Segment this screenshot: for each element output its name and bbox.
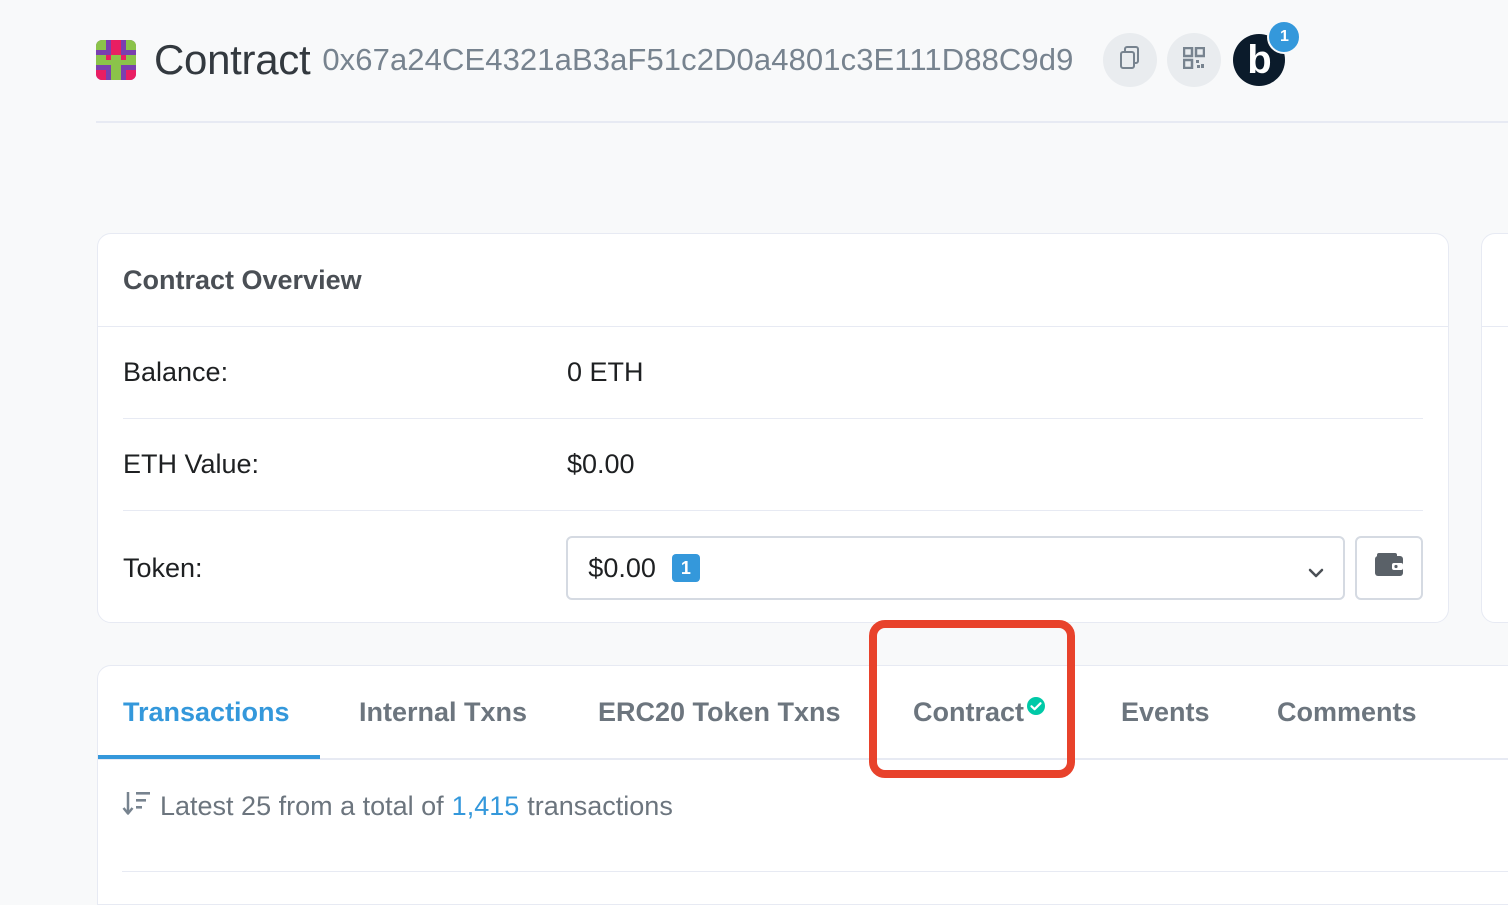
copy-address-button[interactable] [1103,33,1158,87]
copy-icon [1119,45,1141,75]
tab-internal-txns[interactable]: Internal Txns [359,666,527,758]
eth-value-label: ETH Value: [123,448,260,479]
b-avatar-icon: b [1247,38,1272,82]
identicon [96,40,136,80]
contract-address[interactable]: 0x67a24CE4321aB3aF51c2D0a4801c3E111D88C9… [322,42,1073,78]
tab-events[interactable]: Events [1121,666,1210,758]
transactions-card: Transactions Internal Txns ERC20 Token T… [97,665,1508,905]
wallet-icon [1374,552,1404,585]
balance-label: Balance: [123,356,229,387]
token-dropdown[interactable]: $0.00 1 [566,536,1346,600]
page-title: Contract [154,36,311,83]
tab-erc20-token-txns[interactable]: ERC20 Token Txns [598,666,841,758]
eth-value-row: ETH Value: $0.00 [123,418,1423,511]
summary-prefix: Latest 25 from a total of [160,791,444,821]
summary-divider [122,871,1508,872]
more-info-card [1481,233,1508,623]
tab-contract-label: Contract [913,696,1025,727]
tab-comments[interactable]: Comments [1277,666,1417,758]
address-header: Contract 0x67a24CE4321aB3aF51c2D0a4801c3… [96,20,1302,90]
card-title: Contract Overview [98,234,1448,327]
wallet-button[interactable] [1355,536,1423,600]
eth-value-value: $0.00 [567,448,635,479]
token-value: $0.00 [588,552,656,583]
active-tab-indicator [98,755,320,759]
tab-transactions[interactable]: Transactions [123,666,290,758]
tab-contract[interactable]: Contract [913,666,1046,758]
token-count-badge: 1 [671,554,700,582]
summary-suffix: transactions [527,791,673,821]
transactions-count-link[interactable]: 1,415 [452,791,520,822]
token-row: Token: $0.00 1 [123,522,1423,614]
tab-bar: Transactions Internal Txns ERC20 Token T… [98,666,1508,760]
qr-code-button[interactable] [1167,33,1222,87]
contract-overview-card: Contract Overview Balance: 0 ETH ETH Val… [97,233,1449,623]
header-divider [96,121,1508,123]
b-avatar-button[interactable]: b 1 [1233,20,1302,86]
token-label: Token: [123,552,203,583]
transactions-summary: Latest 25 from a total of 1,415 transact… [122,789,673,824]
notification-badge: 1 [1267,20,1302,54]
qr-code-icon [1183,46,1206,74]
balance-row: Balance: 0 ETH [123,326,1423,419]
sort-desc-icon[interactable] [122,789,152,824]
check-circle-icon [1026,692,1046,723]
chevron-down-icon [1307,558,1325,589]
side-card-divider [1482,326,1508,327]
balance-value: 0 ETH [567,356,644,387]
